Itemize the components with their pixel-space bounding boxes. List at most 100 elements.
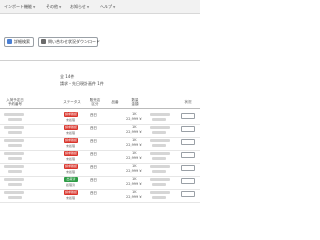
table-row[interactable]: 請求確認 未処理 西日 1K 22,999 ¥	[0, 188, 200, 203]
status-sub: 未処理	[66, 131, 76, 135]
col-item: 品番	[108, 100, 122, 104]
amount-cell: 22,999 ¥	[126, 156, 142, 160]
menu-import-label: インポート機能	[4, 4, 32, 9]
redacted-text	[8, 183, 22, 186]
status-sub: 未処理	[66, 144, 76, 148]
amount-cell: 22,999 ¥	[126, 195, 142, 199]
redacted-text	[8, 196, 22, 199]
store-cell: 西日	[90, 126, 97, 130]
menu-help[interactable]: ヘルプ▼	[100, 2, 115, 11]
redacted-text	[8, 118, 22, 121]
col-item-label: 品番	[111, 100, 119, 104]
menu-notice[interactable]: お知らせ▼	[70, 2, 89, 11]
store-cell: 西日	[90, 139, 97, 143]
download-label: 問い合わせ状況ダウンロード	[48, 39, 100, 44]
col-order-label: 予約番号	[8, 102, 22, 106]
col-state-label: 状況	[184, 100, 192, 104]
redacted-text	[4, 126, 24, 129]
redacted-text	[150, 165, 170, 168]
status-sub: 未処理	[66, 196, 76, 200]
download-icon	[41, 39, 46, 44]
store-cell: 西日	[90, 165, 97, 169]
row-action-button[interactable]	[181, 113, 195, 119]
chevron-down-icon: ▼	[113, 5, 116, 9]
store-cell: 西日	[90, 152, 97, 156]
document-icon	[7, 39, 12, 44]
redacted-text	[150, 139, 170, 142]
download-button[interactable]: 問い合わせ状況ダウンロード	[38, 37, 100, 47]
redacted-text	[152, 118, 166, 121]
menu-other[interactable]: その他▼	[46, 2, 61, 11]
col-qty: 数量 金額	[126, 98, 144, 106]
redacted-text	[4, 139, 24, 142]
qty-cell: 1K	[132, 177, 137, 181]
col-status-label: ステータス	[63, 100, 81, 104]
redacted-text	[152, 170, 166, 173]
redacted-text	[150, 152, 170, 155]
redacted-text	[152, 196, 166, 199]
redacted-text	[152, 183, 166, 186]
status-sub: 処理済	[66, 183, 76, 187]
table-header: 入荷予定日 予約番号 ステータス 販売店 区分 品番 数量 金額 状況	[0, 96, 200, 109]
redacted-text	[4, 191, 24, 194]
qty-cell: 1K	[132, 190, 137, 194]
col-amount-label: 金額	[131, 102, 139, 106]
row-action-button[interactable]	[181, 178, 195, 184]
result-subtitle: 請求・先日現計画件 1件	[60, 81, 104, 86]
redacted-text	[150, 126, 170, 129]
qty-cell: 1K	[132, 125, 137, 129]
redacted-text	[8, 131, 22, 134]
row-action-button[interactable]	[181, 126, 195, 132]
menu-help-label: ヘルプ	[100, 4, 112, 9]
menu-notice-label: お知らせ	[70, 4, 86, 9]
redacted-text	[8, 170, 22, 173]
status-badge: 請求確認	[64, 138, 78, 143]
amount-cell: 22,999 ¥	[126, 117, 142, 121]
amount-cell: 22,999 ¥	[126, 169, 142, 173]
col-state: 状況	[178, 100, 198, 104]
redacted-text	[152, 144, 166, 147]
status-badge: 請求確認	[64, 164, 78, 169]
row-action-button[interactable]	[181, 152, 195, 158]
row-action-button[interactable]	[181, 139, 195, 145]
col-store: 販売店 区分	[86, 98, 104, 106]
redacted-text	[150, 113, 170, 116]
row-action-button[interactable]	[181, 191, 195, 197]
row-action-button[interactable]	[181, 165, 195, 171]
status-badge: 出荷済	[64, 177, 78, 182]
status-sub: 未処理	[66, 170, 76, 174]
qty-cell: 1K	[132, 138, 137, 142]
status-badge: 請求確認	[64, 151, 78, 156]
top-menu-bar: インポート機能▼ その他▼ お知らせ▼ ヘルプ▼	[0, 0, 200, 14]
col-date: 入荷予定日 予約番号	[2, 98, 28, 106]
result-count: 全 14件	[60, 74, 75, 79]
chevron-down-icon: ▼	[86, 5, 90, 9]
section-divider	[0, 60, 200, 61]
amount-cell: 22,999 ¥	[126, 182, 142, 186]
col-type-label: 区分	[91, 102, 99, 106]
col-status: ステータス	[62, 100, 82, 104]
detail-search-label: 詳細検索	[14, 39, 30, 44]
qty-cell: 1K	[132, 112, 137, 116]
status-sub: 未処理	[66, 157, 76, 161]
redacted-text	[152, 157, 166, 160]
menu-import[interactable]: インポート機能▼	[4, 2, 35, 11]
redacted-text	[4, 165, 24, 168]
store-cell: 西日	[90, 191, 97, 195]
redacted-text	[152, 131, 166, 134]
menu-other-label: その他	[46, 4, 58, 9]
status-badge: 請求確認	[64, 112, 78, 117]
redacted-text	[4, 152, 24, 155]
chevron-down-icon: ▼	[59, 5, 62, 9]
amount-cell: 22,999 ¥	[126, 143, 142, 147]
detail-search-button[interactable]: 詳細検索	[4, 37, 34, 47]
status-badge: 請求確認	[64, 190, 78, 195]
redacted-text	[8, 144, 22, 147]
redacted-text	[4, 113, 24, 116]
status-badge: 請求確認	[64, 125, 78, 130]
redacted-text	[150, 178, 170, 181]
redacted-text	[4, 178, 24, 181]
redacted-text	[150, 191, 170, 194]
status-sub: 未処理	[66, 118, 76, 122]
redacted-text	[8, 157, 22, 160]
